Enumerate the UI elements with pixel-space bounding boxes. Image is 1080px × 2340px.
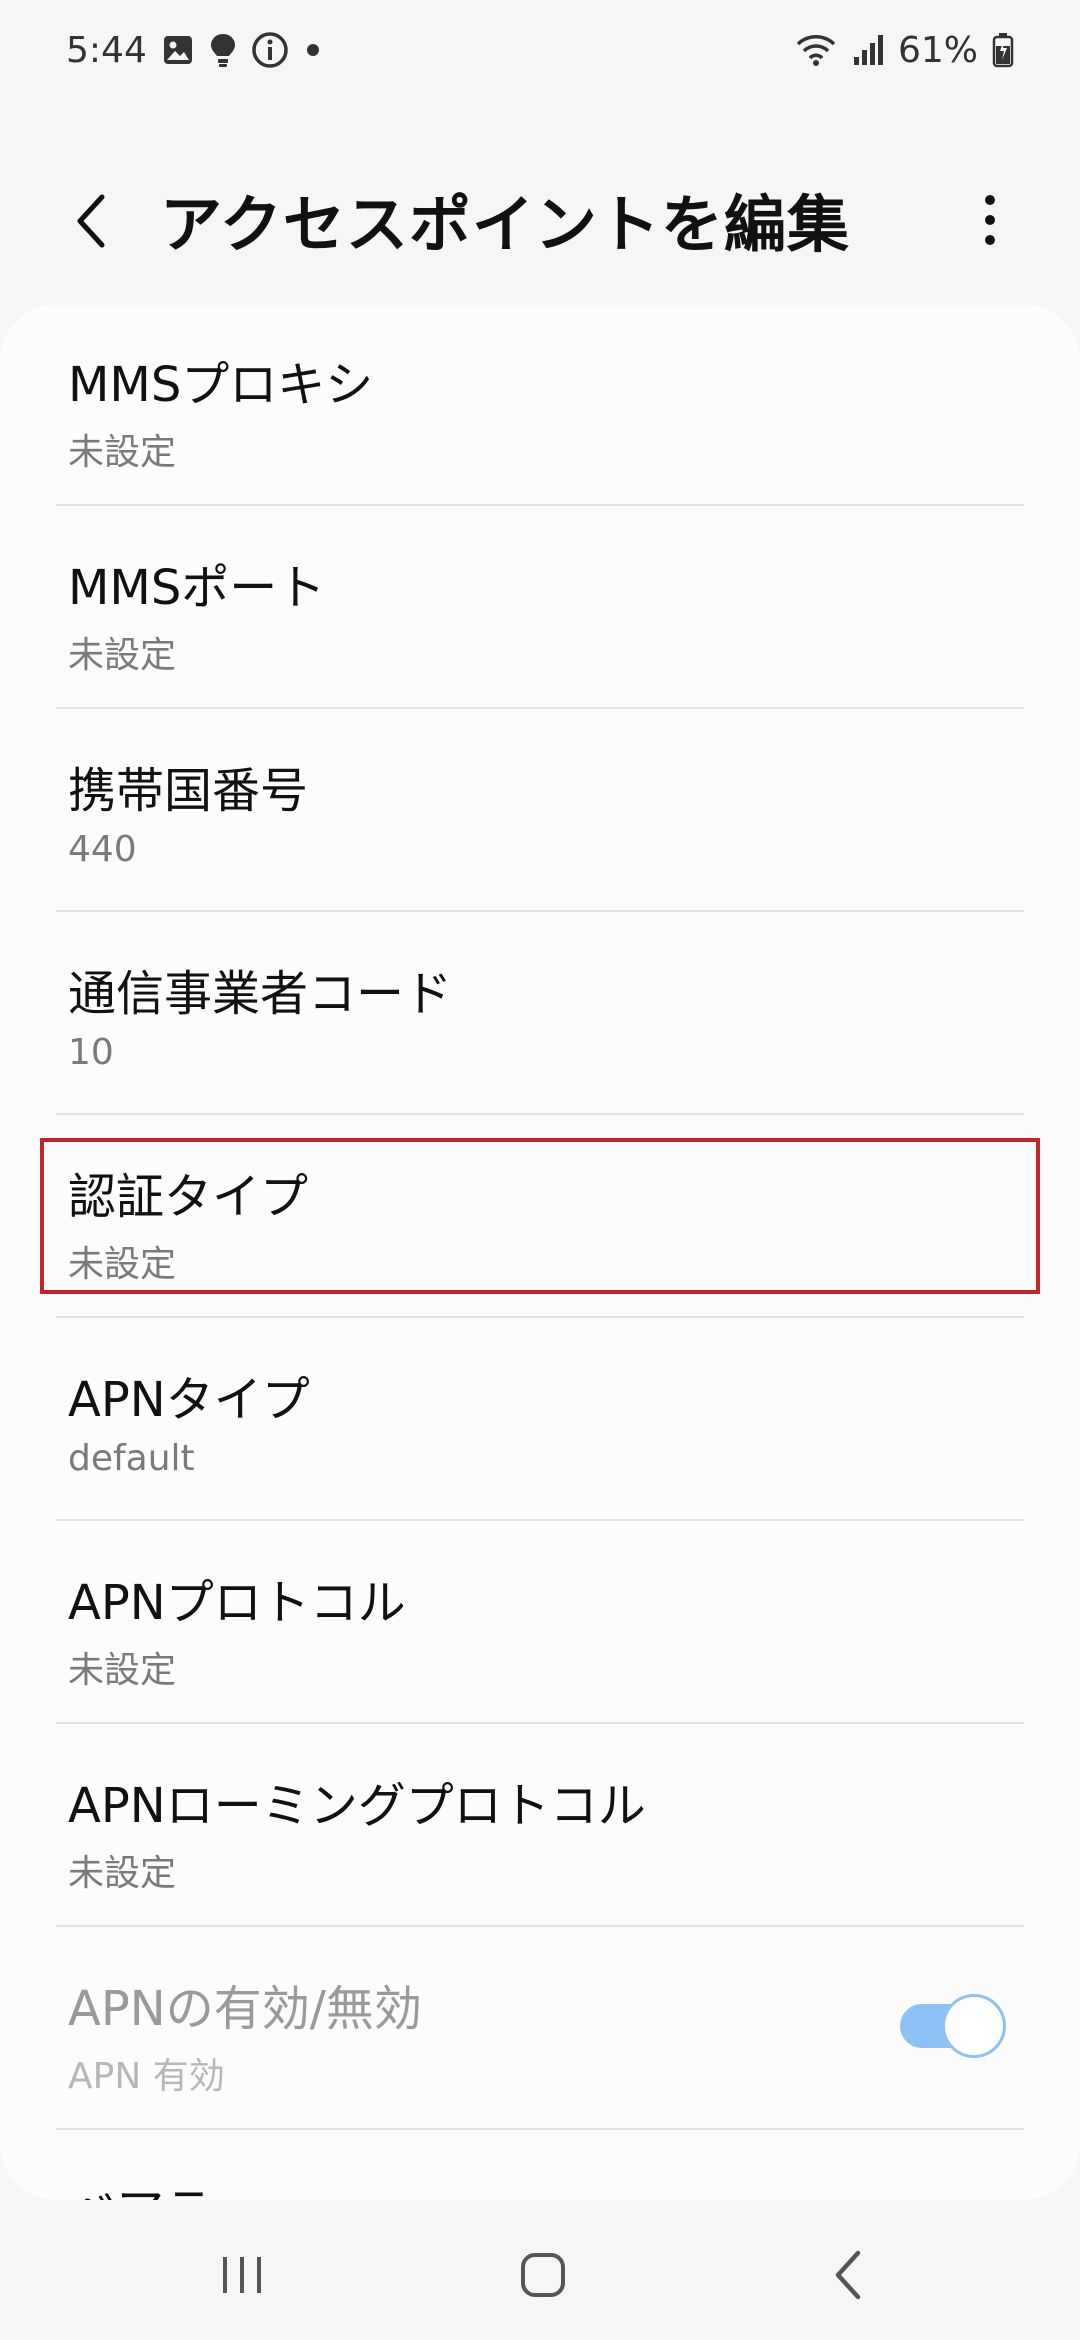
divider [56, 707, 1024, 709]
setting-title: 通信事業者コード [68, 966, 453, 1022]
back-icon [835, 2250, 861, 2300]
divider [56, 1316, 1024, 1318]
setting-value: 未設定 [68, 1853, 177, 1894]
more-vert-icon [985, 195, 995, 245]
setting-mcc[interactable]: 携帯国番号 440 [0, 711, 1080, 914]
status-right: 61% [794, 30, 1014, 71]
setting-value: 未設定 [68, 1650, 177, 1691]
status-time: 5:44 [66, 29, 147, 71]
image-icon [161, 33, 195, 67]
setting-value: default [68, 1438, 195, 1479]
setting-title: MMSプロキシ [68, 357, 374, 413]
divider [56, 1925, 1024, 1927]
divider [56, 1113, 1024, 1115]
setting-mms-port[interactable]: MMSポート 未設定 [0, 508, 1080, 711]
dot-icon [303, 40, 323, 60]
back-button[interactable] [60, 186, 120, 256]
setting-title: APNの有効/無効 [68, 1981, 422, 2037]
setting-title: 携帯国番号 [68, 763, 309, 819]
battery-percent: 61% [897, 29, 978, 71]
navigation-bar [0, 2200, 1080, 2340]
setting-title: ベアラ [68, 2172, 212, 2200]
battery-icon [992, 32, 1014, 68]
setting-bearer[interactable]: ベアラ [0, 2132, 1080, 2200]
info-icon [251, 31, 289, 69]
page-title: アクセスポイントを編集 [160, 188, 850, 261]
setting-apn-roaming-protocol[interactable]: APNローミングプロトコル 未設定 [0, 1726, 1080, 1929]
app-header: アクセスポイントを編集 [0, 150, 1080, 290]
setting-apn-protocol[interactable]: APNプロトコル 未設定 [0, 1523, 1080, 1726]
setting-value: 440 [68, 829, 137, 870]
bulb-icon [209, 32, 237, 68]
recents-button[interactable] [202, 2235, 282, 2315]
status-bar: 5:44 61% [0, 0, 1080, 100]
setting-value: 未設定 [68, 635, 177, 676]
divider [56, 1519, 1024, 1521]
divider [56, 2128, 1024, 2130]
back-nav-button[interactable] [808, 2235, 888, 2315]
highlight-box [40, 1138, 1040, 1294]
setting-value: APN 有効 [68, 2056, 225, 2097]
setting-title: MMSポート [68, 560, 326, 616]
recents-icon [223, 2257, 261, 2293]
setting-value: 未設定 [68, 432, 177, 473]
setting-title: APNタイプ [68, 1372, 310, 1428]
divider [56, 1722, 1024, 1724]
setting-title: APNプロトコル [68, 1575, 406, 1631]
toggle-knob [942, 1994, 1006, 2058]
signal-icon [852, 33, 884, 67]
apn-enable-toggle [898, 1994, 1006, 2058]
home-icon [521, 2253, 565, 2297]
setting-mnc[interactable]: 通信事業者コード 10 [0, 914, 1080, 1117]
setting-title: APNローミングプロトコル [68, 1778, 646, 1834]
divider [56, 504, 1024, 506]
home-button[interactable] [503, 2235, 583, 2315]
status-left: 5:44 [66, 30, 323, 71]
chevron-left-icon [77, 194, 105, 248]
setting-value: 10 [68, 1032, 114, 1073]
setting-apn-type[interactable]: APNタイプ default [0, 1320, 1080, 1523]
divider [56, 910, 1024, 912]
setting-mms-proxy[interactable]: MMSプロキシ 未設定 [0, 305, 1080, 508]
wifi-icon [794, 32, 838, 68]
more-options-button[interactable] [960, 180, 1020, 260]
